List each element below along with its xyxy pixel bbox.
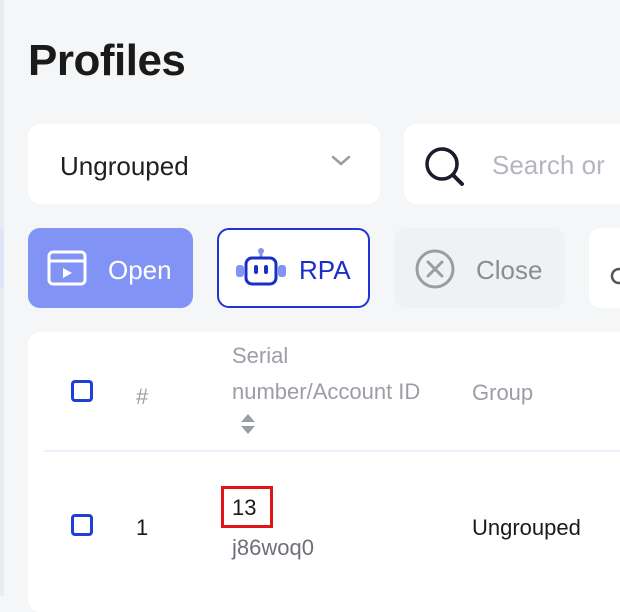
- open-button[interactable]: Open: [28, 228, 193, 308]
- group-select[interactable]: Ungrouped: [28, 124, 380, 204]
- close-circle-icon: [414, 248, 456, 297]
- row-serial-number: 13: [232, 495, 257, 520]
- sidebar-active-indicator: [0, 228, 4, 288]
- column-header-group: Group: [472, 380, 534, 405]
- chevron-down-icon: [330, 154, 352, 173]
- row-checkbox[interactable]: [71, 514, 93, 536]
- sidebar-edge: [0, 0, 4, 596]
- row-group: Ungrouped: [472, 515, 581, 540]
- search-box[interactable]: [404, 124, 620, 204]
- row-account-id: j86woq0: [232, 535, 314, 560]
- row-index: 1: [136, 515, 149, 540]
- header-divider: [44, 450, 620, 452]
- column-header-serial-label: Serial number/Account ID: [232, 343, 421, 404]
- page-title: Profiles: [28, 36, 186, 85]
- more-actions-button[interactable]: [589, 228, 620, 308]
- rpa-button[interactable]: RPA: [217, 228, 370, 308]
- open-button-label: Open: [108, 255, 172, 285]
- search-input[interactable]: [492, 148, 620, 182]
- more-icon: [609, 262, 620, 293]
- close-button[interactable]: Close: [394, 228, 565, 308]
- sort-icon[interactable]: [238, 411, 258, 448]
- profiles-table: # Serial number/Account ID Group 1 13 j8…: [28, 332, 620, 612]
- search-icon: [422, 144, 466, 193]
- column-header-serial[interactable]: Serial number/Account ID: [232, 338, 432, 448]
- group-select-value: Ungrouped: [60, 151, 189, 181]
- browser-window-icon: [46, 248, 88, 295]
- column-header-index: #: [136, 384, 149, 409]
- rpa-button-label: RPA: [299, 255, 351, 285]
- close-button-label: Close: [476, 255, 543, 285]
- robot-icon: [233, 247, 289, 298]
- select-all-checkbox[interactable]: [71, 380, 93, 402]
